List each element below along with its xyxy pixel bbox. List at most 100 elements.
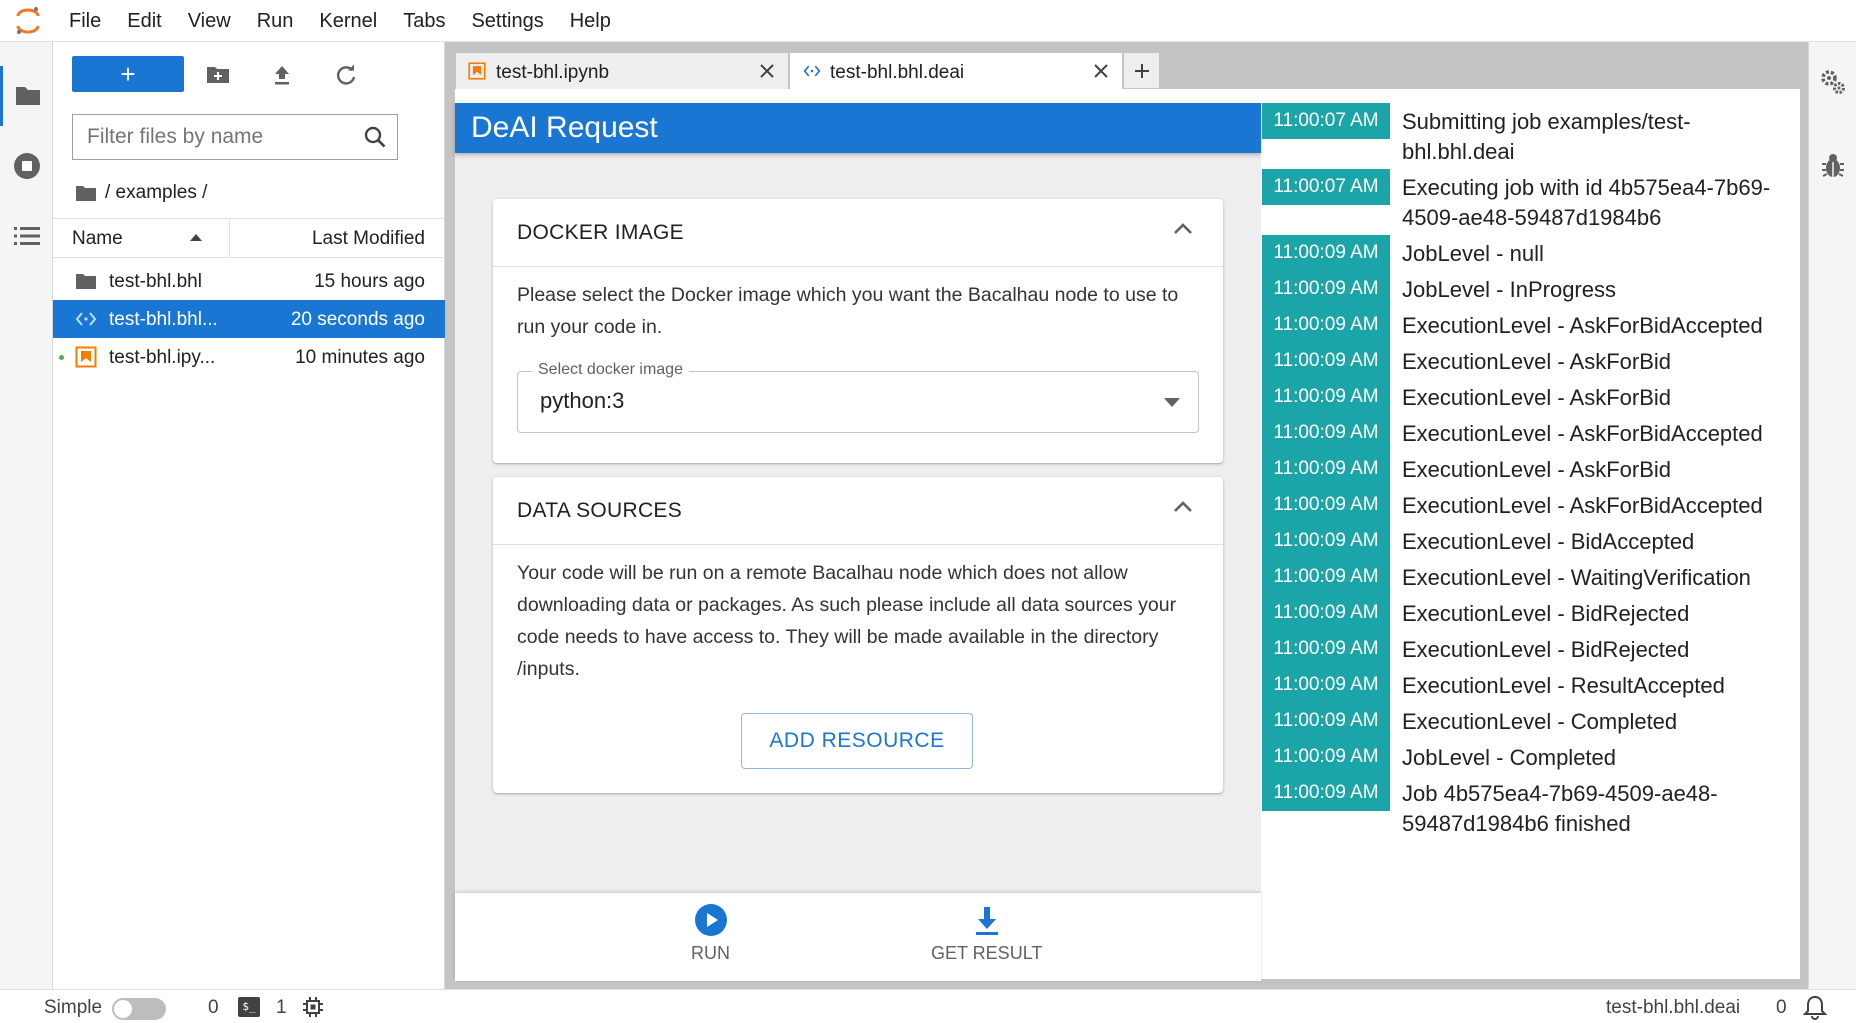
log-time: 11:00:09 AM xyxy=(1262,559,1390,595)
tab-test-bhl-deai[interactable]: test-bhl.bhl.deai xyxy=(789,52,1123,90)
add-tab-button[interactable] xyxy=(1123,52,1160,89)
menu-edit[interactable]: Edit xyxy=(114,0,174,42)
menu-help[interactable]: Help xyxy=(557,0,624,42)
terminal-icon[interactable]: $_ xyxy=(238,997,260,1017)
notification-count[interactable]: 0 xyxy=(1776,997,1787,1019)
current-document[interactable]: test-bhl.bhl.deai xyxy=(1606,997,1740,1019)
deai-file-icon xyxy=(75,312,97,326)
file-row[interactable]: test-bhl.ipy... 10 minutes ago xyxy=(53,338,445,376)
log-time: 11:00:09 AM xyxy=(1262,703,1390,739)
file-modified: 20 seconds ago xyxy=(290,309,425,330)
log-message: Job 4b575ea4-7b69-4509-ae48-59487d1984b6… xyxy=(1402,781,1718,836)
log-message: JobLevel - null xyxy=(1402,241,1544,266)
file-modified: 15 hours ago xyxy=(314,271,425,292)
log-time: 11:00:09 AM xyxy=(1262,487,1390,523)
search-icon xyxy=(364,126,386,148)
debugger-tab[interactable] xyxy=(1809,136,1856,196)
download-icon xyxy=(975,907,998,935)
file-modified: 10 minutes ago xyxy=(295,347,425,368)
running-sessions-tab[interactable] xyxy=(0,136,53,196)
table-of-contents-tab[interactable] xyxy=(0,206,53,266)
log-message: ExecutionLevel - AskForBidAccepted xyxy=(1402,313,1763,338)
sort-ascending-icon[interactable] xyxy=(189,232,203,242)
menu-kernel[interactable]: Kernel xyxy=(306,0,390,42)
docker-image-header[interactable]: DOCKER IMAGE xyxy=(493,199,1223,267)
data-sources-title: DATA SOURCES xyxy=(517,499,683,522)
folder-icon[interactable] xyxy=(75,184,97,202)
log-time: 11:00:09 AM xyxy=(1262,667,1390,703)
menu-file[interactable]: File xyxy=(56,0,114,42)
chevron-up-icon[interactable] xyxy=(1173,499,1193,513)
filter-files-input[interactable] xyxy=(73,125,343,149)
upload-icon xyxy=(275,66,289,85)
menu-tabs[interactable]: Tabs xyxy=(390,0,458,42)
jupyter-logo-icon xyxy=(0,0,56,42)
upload-button[interactable] xyxy=(265,58,299,92)
docker-image-title: DOCKER IMAGE xyxy=(517,221,684,244)
docker-image-card: DOCKER IMAGE Please select the Docker im… xyxy=(493,199,1223,463)
add-resource-button[interactable]: ADD RESOURCE xyxy=(741,713,973,769)
log-time: 11:00:09 AM xyxy=(1262,379,1390,415)
log-message: ExecutionLevel - AskForBidAccepted xyxy=(1402,493,1763,518)
log-message: ExecutionLevel - ResultAccepted xyxy=(1402,673,1725,698)
get-result-button[interactable]: GET RESULT xyxy=(931,903,1042,964)
log-time: 11:00:07 AM xyxy=(1262,169,1390,205)
menu-view[interactable]: View xyxy=(175,0,244,42)
chevron-up-icon[interactable] xyxy=(1173,221,1193,235)
deai-footer: RUN GET RESULT xyxy=(455,893,1261,981)
docker-image-description: Please select the Docker image which you… xyxy=(517,284,1179,338)
bell-icon[interactable] xyxy=(1802,994,1828,1020)
log-time: 11:00:09 AM xyxy=(1262,415,1390,451)
menu-run[interactable]: Run xyxy=(244,0,307,42)
play-circle-icon xyxy=(694,904,727,936)
file-browser-tab[interactable] xyxy=(0,66,53,126)
simple-mode-toggle[interactable] xyxy=(112,998,166,1020)
right-sidebar-tabs xyxy=(1808,42,1856,989)
cpu-chip-icon[interactable] xyxy=(302,996,324,1018)
file-row-selected[interactable]: test-bhl.bhl... 20 seconds ago xyxy=(53,300,445,338)
toggle-knob xyxy=(114,1000,132,1018)
new-folder-button[interactable] xyxy=(201,58,235,92)
log-time: 11:00:09 AM xyxy=(1262,775,1390,811)
run-button[interactable]: RUN xyxy=(691,903,730,964)
log-message: ExecutionLevel - AskForBid xyxy=(1402,385,1672,410)
data-sources-header[interactable]: DATA SOURCES xyxy=(493,477,1223,545)
column-name[interactable]: Name xyxy=(72,228,123,250)
log-message: ExecutionLevel - AskForBidAccepted xyxy=(1402,421,1763,446)
close-icon[interactable] xyxy=(758,62,776,80)
docker-image-select[interactable]: Select docker image python:3 xyxy=(517,361,1199,433)
column-last-modified[interactable]: Last Modified xyxy=(312,228,425,250)
refresh-icon xyxy=(336,64,356,85)
job-log: 11:00:07 AM Submitting job examples/test-… xyxy=(1262,103,1798,979)
status-bar: Simple 0 $_ 1 test-bhl.bhl.deai 0 xyxy=(0,989,1856,1023)
data-sources-card: DATA SOURCES Your code will be run on a … xyxy=(493,477,1223,793)
log-message: JobLevel - InProgress xyxy=(1402,277,1616,302)
tab-test-bhl-ipynb[interactable]: test-bhl.ipynb xyxy=(455,52,789,89)
log-message: Submitting job examples/test-bhl.bhl.dea… xyxy=(1402,109,1691,164)
file-name: test-bhl.bhl xyxy=(109,271,202,292)
log-time: 11:00:09 AM xyxy=(1262,595,1390,631)
log-message: ExecutionLevel - BidAccepted xyxy=(1402,529,1695,554)
file-row[interactable]: test-bhl.bhl 15 hours ago xyxy=(53,262,445,300)
new-launcher-button[interactable]: + xyxy=(72,56,184,92)
refresh-button[interactable] xyxy=(329,58,363,92)
log-time: 11:00:09 AM xyxy=(1262,307,1390,343)
terminals-count[interactable]: 1 xyxy=(276,997,287,1019)
log-time: 11:00:09 AM xyxy=(1262,523,1390,559)
column-divider[interactable] xyxy=(229,219,230,257)
breadcrumb-path[interactable]: / examples / xyxy=(105,182,207,204)
log-time: 11:00:07 AM xyxy=(1262,103,1390,139)
close-icon[interactable] xyxy=(1092,62,1110,80)
bug-icon xyxy=(1822,154,1844,177)
property-inspector-tab[interactable] xyxy=(1809,52,1856,112)
run-label: RUN xyxy=(691,943,730,963)
document-tab-bar: test-bhl.ipynb test-bhl.bhl.deai xyxy=(455,52,1160,90)
log-message: ExecutionLevel - Completed xyxy=(1402,709,1678,734)
file-browser-toolbar: + xyxy=(53,42,445,108)
simple-mode-label: Simple xyxy=(44,997,103,1018)
tab-label: test-bhl.bhl.deai xyxy=(830,62,965,83)
log-message: ExecutionLevel - AskForBid xyxy=(1402,349,1672,374)
menu-settings[interactable]: Settings xyxy=(458,0,556,42)
kernels-count[interactable]: 0 xyxy=(208,997,219,1019)
left-sidebar-tabs xyxy=(0,42,53,989)
